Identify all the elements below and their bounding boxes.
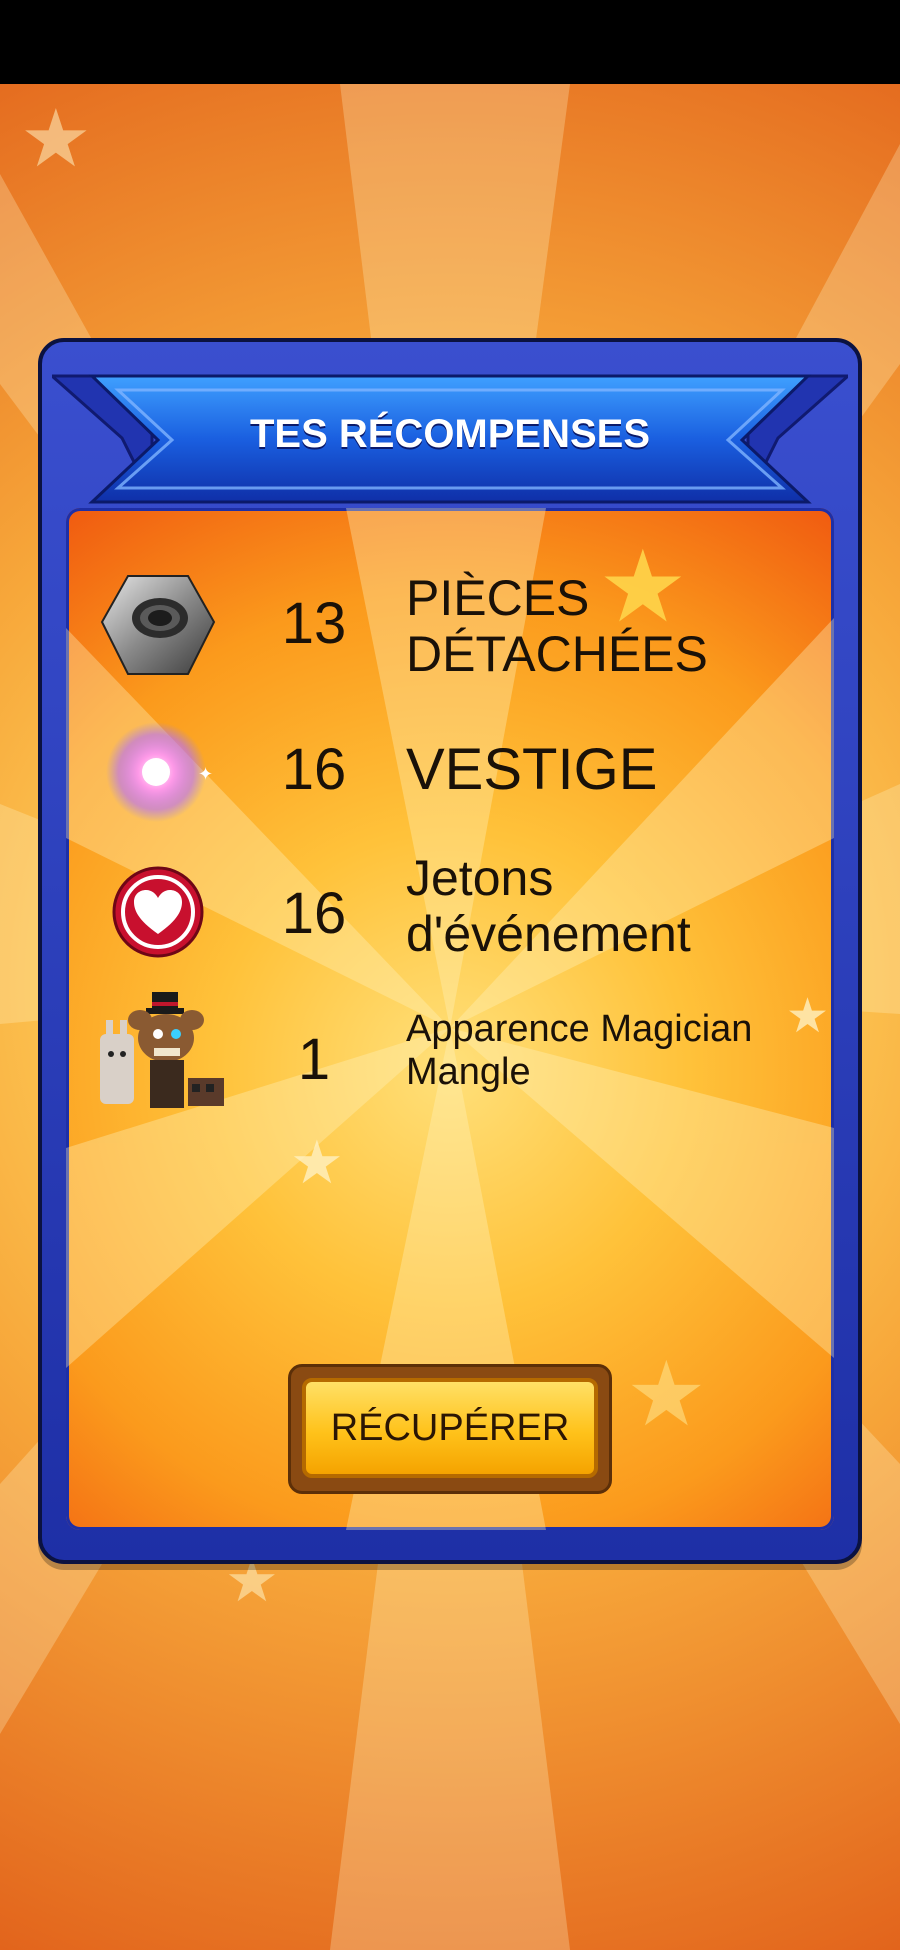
- reward-quantity: 1: [297, 1027, 331, 1092]
- rewards-title: TES RÉCOMPENSES: [249, 412, 651, 456]
- panel-star: ★: [786, 990, 830, 1043]
- reward-label-line: Mangle: [406, 1050, 531, 1093]
- panel-star: ★: [626, 1345, 707, 1445]
- reward-quantity: 16: [281, 881, 347, 946]
- background-star: ★: [20, 94, 92, 183]
- heart-token-icon: [112, 866, 204, 958]
- reward-label-line: PIÈCES: [406, 570, 590, 626]
- reward-label-line: VESTIGE: [406, 737, 658, 802]
- reward-label: VESTIGE: [406, 737, 658, 803]
- reward-quantity: 16: [281, 737, 347, 802]
- animatronic-skin-icon: [100, 992, 224, 1108]
- reward-label-line: d'événement: [406, 906, 691, 962]
- claim-button[interactable]: RÉCUPÉRER: [302, 1378, 598, 1478]
- panel-star: ★: [290, 1129, 344, 1196]
- status-bar: [0, 0, 900, 84]
- pink-sparkle-orb-icon: ✦: [106, 722, 213, 822]
- hex-nut-icon: [100, 575, 216, 675]
- reward-label: Apparence Magician Mangle: [406, 1008, 752, 1093]
- svg-text:✦: ✦: [198, 764, 213, 785]
- reward-label: Jetons d'événement: [406, 850, 691, 962]
- reward-quantity: 13: [281, 591, 347, 656]
- reward-label-line: Jetons: [406, 850, 554, 906]
- reward-label-line: Apparence Magician: [406, 1008, 753, 1050]
- reward-label: PIÈCES DÉTACHÉES: [406, 570, 708, 682]
- reward-label-line: DÉTACHÉES: [406, 626, 708, 682]
